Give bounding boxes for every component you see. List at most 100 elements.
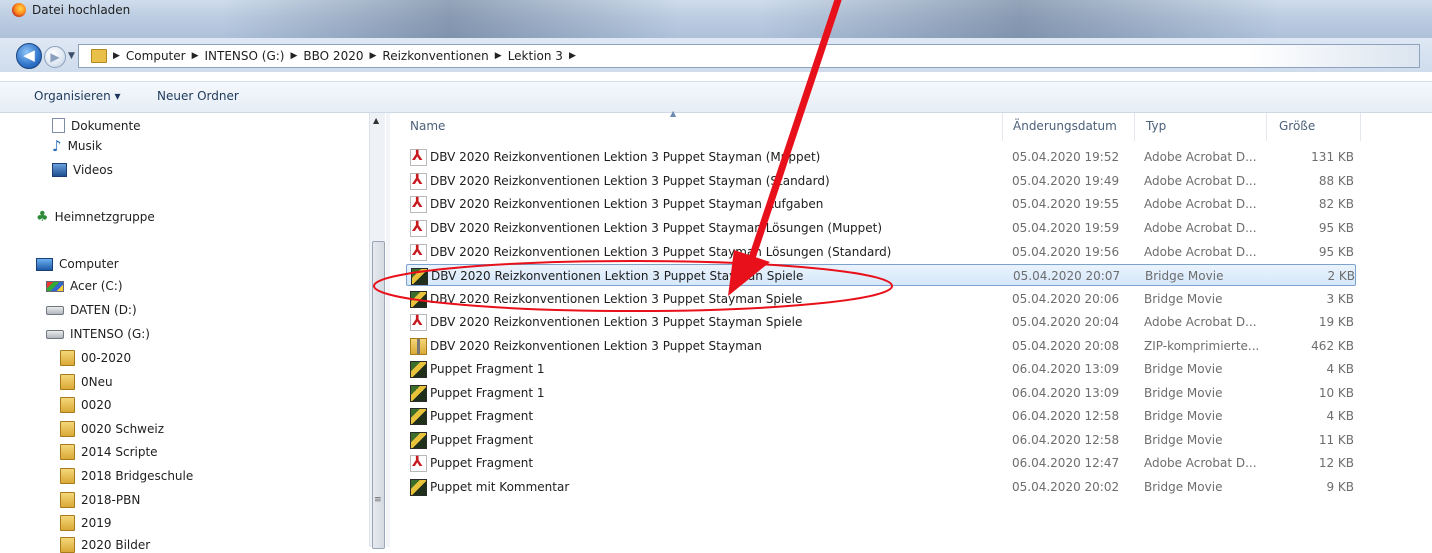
file-size: 95 KB	[1318, 221, 1354, 235]
file-name: Puppet Fragment	[430, 456, 534, 470]
sidebar-folder-2018-bridgeschule[interactable]: 2018 Bridgeschule	[60, 468, 193, 484]
sidebar-folder-2020-bilder[interactable]: 2020 Bilder	[60, 537, 150, 553]
firefox-icon	[12, 3, 26, 17]
sidebar-item-label: 2014 Scripte	[81, 445, 158, 459]
bridge-movie-icon	[410, 361, 427, 378]
breadcrumb-bbo-2020[interactable]: BBO 2020 ▶	[303, 49, 382, 63]
breadcrumb-chevron-icon[interactable]: ▶	[291, 51, 298, 61]
sidebar-item-label: Videos	[73, 163, 113, 177]
sidebar-folder-00-2020[interactable]: 00-2020	[60, 350, 131, 366]
file-size: 88 KB	[1318, 174, 1354, 188]
sidebar-folder-2019[interactable]: 2019	[60, 515, 112, 531]
bridge-movie-icon	[410, 479, 427, 496]
file-row[interactable]: DBV 2020 Reizkonventionen Lektion 3 Pupp…	[406, 146, 1356, 168]
file-date: 06.04.2020 12:47	[1012, 456, 1120, 470]
sidebar-item-intenso-g[interactable]: INTENSO (G:)	[46, 327, 150, 341]
file-row[interactable]: Puppet mit Kommentar 05.04.2020 20:02 Brid…	[406, 476, 1356, 498]
file-type: Adobe Acrobat D...	[1144, 456, 1257, 470]
sidebar-item-heimnetzgruppe[interactable]: ♣ Heimnetzgruppe	[36, 210, 155, 224]
file-type: ZIP-komprimierte...	[1144, 339, 1260, 353]
folder-icon	[60, 421, 75, 437]
breadcrumb-lektion-3[interactable]: Lektion 3 ▶	[508, 49, 582, 63]
column-header-name[interactable]: Name	[410, 119, 445, 133]
breadcrumb-label: Reizkonventionen	[382, 49, 489, 63]
forward-button[interactable]: ▶	[44, 46, 66, 68]
file-size: 11 KB	[1318, 433, 1354, 447]
file-type: Bridge Movie	[1144, 362, 1223, 376]
column-header-size[interactable]: Größe	[1279, 119, 1315, 133]
sidebar-folder-2018-pbn[interactable]: 2018-PBN	[60, 492, 140, 508]
address-bar[interactable]: ▶ Computer ▶ INTENSO (G:) ▶ BBO 2020 ▶ Reiz…	[78, 44, 1420, 68]
file-row[interactable]: DBV 2020 Reizkonventionen Lektion 3 Pupp…	[406, 217, 1356, 239]
file-type: Adobe Acrobat D...	[1144, 315, 1257, 329]
file-size: 12 KB	[1318, 456, 1354, 470]
navigation-pane-scrollbar[interactable]: ▲ ≡	[369, 113, 385, 549]
breadcrumb-chevron-icon[interactable]: ▶	[369, 51, 376, 61]
sidebar-item-computer[interactable]: Computer	[36, 257, 119, 271]
column-divider[interactable]	[1266, 113, 1267, 141]
column-header-date[interactable]: Änderungsdatum	[1013, 119, 1117, 133]
file-row-selected[interactable]: DBV 2020 Reizkonventionen Lektion 3 Pupp…	[406, 264, 1356, 286]
column-divider[interactable]	[1360, 113, 1361, 141]
file-row[interactable]: DBV 2020 Reizkonventionen Lektion 3 Pupp…	[406, 241, 1356, 263]
documents-icon	[52, 118, 65, 133]
file-list: Name ▲ Änderungsdatum Typ Größe DBV 2020…	[390, 109, 1432, 547]
column-divider[interactable]	[1002, 113, 1003, 141]
title-glass-streak	[220, 0, 680, 38]
folder-icon	[60, 350, 75, 366]
file-row[interactable]: Puppet Fragment 06.04.2020 12:58 Bridge Mo…	[406, 429, 1356, 451]
windows-drive-icon	[46, 280, 64, 292]
breadcrumb-intenso[interactable]: INTENSO (G:) ▶	[205, 49, 304, 63]
organize-button[interactable]: Organisieren ▾	[34, 89, 121, 103]
sidebar-item-dokumente[interactable]: Dokumente	[52, 118, 141, 133]
file-size: 4 KB	[1326, 409, 1354, 423]
sidebar-folder-0neu[interactable]: 0Neu	[60, 374, 113, 390]
sidebar-item-musik[interactable]: ♪ Musik	[52, 139, 102, 154]
file-row[interactable]: DBV 2020 Reizkonventionen Lektion 3 Pupp…	[406, 311, 1356, 333]
breadcrumb-chevron-icon[interactable]: ▶	[569, 51, 576, 61]
sidebar-item-acer-c[interactable]: Acer (C:)	[46, 279, 123, 293]
file-name: DBV 2020 Reizkonventionen Lektion 3 Pupp…	[430, 315, 803, 329]
file-row[interactable]: Puppet Fragment 1 06.04.2020 13:09 Bridge …	[406, 382, 1356, 404]
sidebar-item-label: 2018 Bridgeschule	[81, 469, 194, 483]
sidebar-item-videos[interactable]: Videos	[52, 163, 113, 177]
sidebar-folder-0020[interactable]: 0020	[60, 397, 112, 413]
file-type: Bridge Movie	[1144, 480, 1223, 494]
breadcrumb-chevron-icon[interactable]: ▶	[495, 51, 502, 61]
breadcrumb-computer[interactable]: Computer ▶	[126, 49, 205, 63]
folder-icon	[60, 397, 75, 413]
sidebar-item-label: Computer	[59, 257, 119, 271]
sidebar-folder-2014-scripte[interactable]: 2014 Scripte	[60, 444, 158, 460]
zip-icon	[410, 338, 427, 355]
sidebar-item-label: 0Neu	[81, 375, 113, 389]
column-divider[interactable]	[1134, 113, 1135, 141]
file-name: DBV 2020 Reizkonventionen Lektion 3 Pupp…	[430, 174, 830, 188]
file-name: Puppet Fragment	[430, 409, 534, 423]
sidebar-item-daten-d[interactable]: DATEN (D:)	[46, 303, 137, 317]
sidebar-folder-0020-schweiz[interactable]: 0020 Schweiz	[60, 421, 164, 437]
scroll-up-arrow-icon[interactable]: ▲	[373, 116, 379, 125]
file-name: DBV 2020 Reizkonventionen Lektion 3 Pupp…	[430, 245, 892, 259]
file-type: Bridge Movie	[1144, 292, 1223, 306]
sidebar-item-label: 0020 Schweiz	[81, 422, 165, 436]
file-size: 131 KB	[1311, 150, 1354, 164]
command-toolbar: Organisieren ▾ Neuer Ordner	[0, 81, 1432, 113]
file-row[interactable]: DBV 2020 Reizkonventionen Lektion 3 Pupp…	[406, 170, 1356, 192]
file-row[interactable]: DBV 2020 Reizkonventionen Lektion 3 Pupp…	[406, 335, 1356, 357]
file-row[interactable]: DBV 2020 Reizkonventionen Lektion 3 Pupp…	[406, 288, 1356, 310]
drive-icon	[46, 329, 64, 339]
file-row[interactable]: Puppet Fragment 06.04.2020 12:47 Adobe Acr…	[406, 452, 1356, 474]
file-row[interactable]: DBV 2020 Reizkonventionen Lektion 3 Pupp…	[406, 193, 1356, 215]
column-header-type[interactable]: Typ	[1146, 119, 1166, 133]
file-row[interactable]: Puppet Fragment 1 06.04.2020 13:09 Bridge …	[406, 358, 1356, 380]
history-dropdown-icon[interactable]: ▼	[68, 51, 75, 61]
breadcrumb-reizkonventionen[interactable]: Reizkonventionen ▶	[382, 49, 507, 63]
back-button[interactable]: ◀	[16, 43, 42, 69]
file-size: 9 KB	[1326, 480, 1354, 494]
file-size: 2 KB	[1327, 269, 1355, 283]
breadcrumb-chevron-icon[interactable]: ▶	[113, 51, 120, 61]
breadcrumb-chevron-icon[interactable]: ▶	[192, 51, 199, 61]
file-row[interactable]: Puppet Fragment 06.04.2020 12:58 Bridge Mo…	[406, 405, 1356, 427]
new-folder-button[interactable]: Neuer Ordner	[157, 89, 239, 103]
file-type: Bridge Movie	[1144, 386, 1223, 400]
